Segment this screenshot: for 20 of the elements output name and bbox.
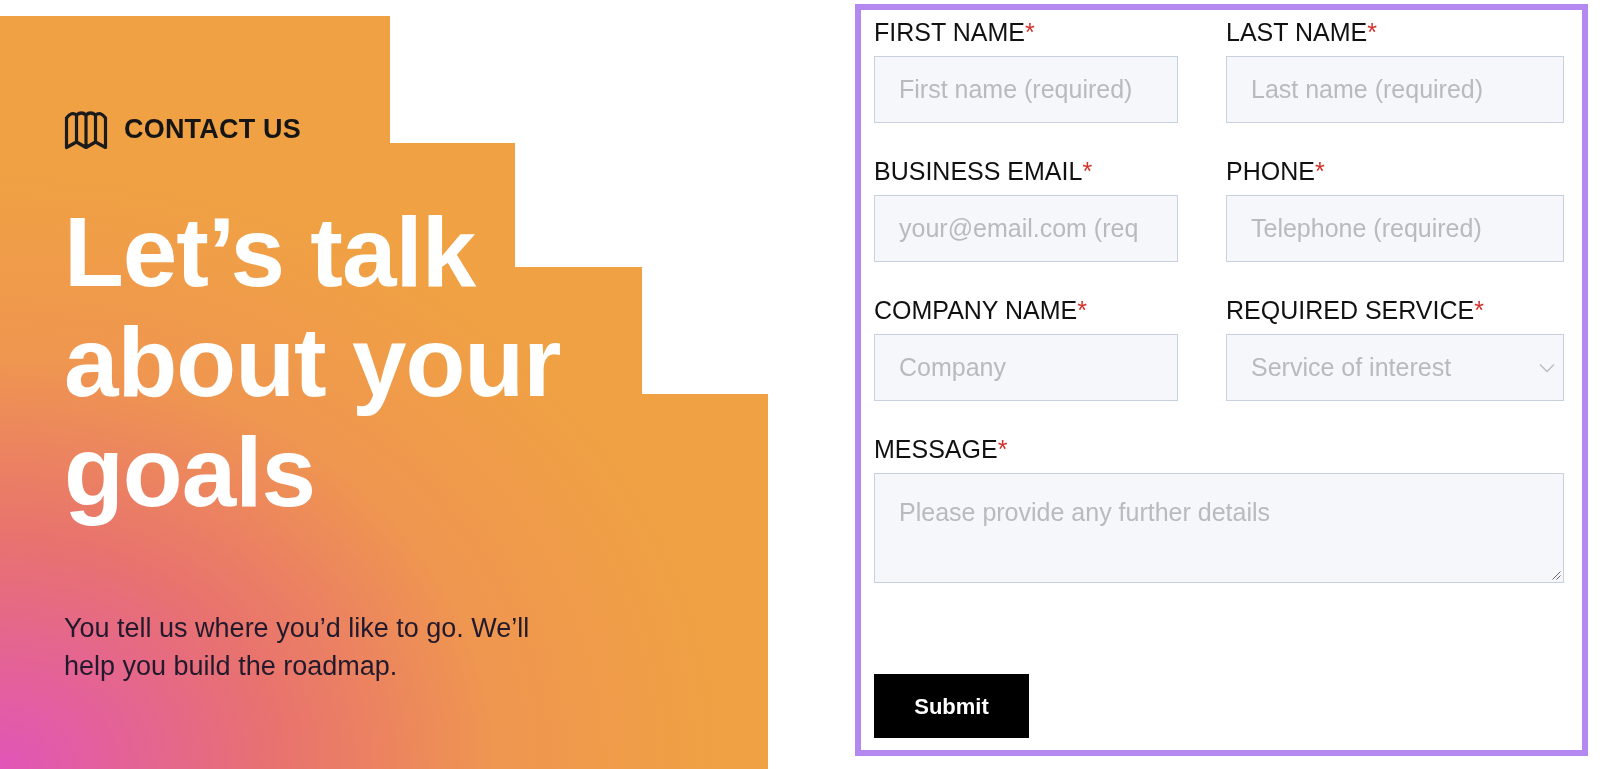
field-label: COMPANY NAME* xyxy=(874,295,1088,325)
resize-grip-icon[interactable] xyxy=(1552,571,1561,580)
field-label: LAST NAME* xyxy=(1226,17,1378,47)
field-label: REQUIRED SERVICE* xyxy=(1226,295,1485,325)
field-label: BUSINESS EMAIL* xyxy=(874,156,1094,186)
intro-text: You tell us where you’d like to go. We’ll help you build the roadmap. xyxy=(64,612,531,683)
text-input[interactable]: First name (required) xyxy=(874,56,1178,123)
submit-button[interactable]: Submit xyxy=(874,674,1029,738)
text-input[interactable]: Company xyxy=(874,334,1178,401)
field-label: PHONE* xyxy=(1226,156,1326,186)
folded-map-icon xyxy=(64,109,108,150)
text-input[interactable]: Last name (required) xyxy=(1226,56,1564,123)
section-eyebrow: CONTACT US xyxy=(124,116,301,143)
text-input[interactable]: your@email.com (req xyxy=(874,195,1178,262)
text-input[interactable]: Telephone (required) xyxy=(1226,195,1564,262)
message-field[interactable]: Please provide any further details xyxy=(874,473,1564,583)
hero-heading: Let’s talk about your goals xyxy=(64,197,562,527)
field-label: FIRST NAME* xyxy=(874,17,1036,47)
chevron-down-icon xyxy=(1539,362,1555,373)
field-label: MESSAGE* xyxy=(874,434,1009,464)
